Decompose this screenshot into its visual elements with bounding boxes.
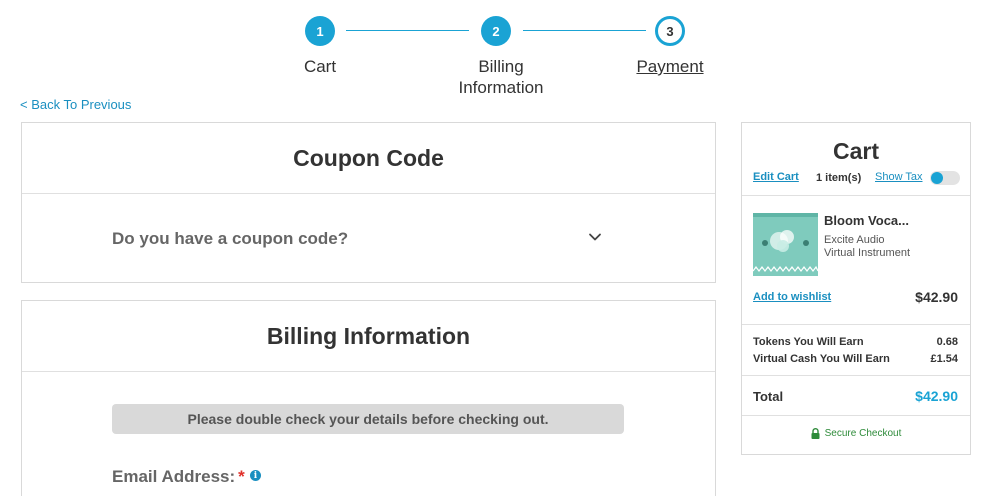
step-2-circle: 2 xyxy=(481,16,511,46)
tokens-label: Tokens You Will Earn xyxy=(753,336,864,348)
product-type: Virtual Instrument xyxy=(824,247,911,259)
toggle-knob xyxy=(931,172,943,184)
step-2-label[interactable]: Billing Information xyxy=(440,56,562,98)
details-notice: Please double check your details before … xyxy=(112,404,624,434)
back-to-previous-link[interactable]: < Back To Previous xyxy=(20,97,131,112)
cart-title: Cart xyxy=(832,138,879,164)
step-2-label-line1: Billing xyxy=(478,57,524,76)
cart-divider-top xyxy=(742,195,970,196)
billing-divider xyxy=(22,371,715,372)
email-label-text: Email Address: xyxy=(112,467,236,486)
total-value: $42.90 xyxy=(915,388,958,404)
lock-icon xyxy=(811,428,820,439)
step-3-label: Payment xyxy=(636,57,704,76)
virtual-cash-value: £1.54 xyxy=(930,353,958,365)
edit-cart-link[interactable]: Edit Cart xyxy=(753,171,799,183)
item-count: 1 item(s) xyxy=(816,172,862,184)
virtual-cash-label: Virtual Cash You Will Earn xyxy=(753,353,890,365)
show-tax-link[interactable]: Show Tax xyxy=(875,171,923,183)
total-label: Total xyxy=(753,389,784,404)
cart-divider-bottom xyxy=(742,415,970,416)
info-icon[interactable]: i xyxy=(250,470,261,481)
chevron-down-icon[interactable] xyxy=(588,230,602,244)
secure-checkout: Secure Checkout xyxy=(742,428,970,439)
cart-summary-panel: Cart Edit Cart 1 item(s) Show Tax Bloom … xyxy=(741,122,971,455)
step-3-circle: 3 xyxy=(655,16,685,46)
product-artwork-image xyxy=(753,213,818,276)
cart-divider-total xyxy=(742,375,970,376)
billing-panel: Billing Information Please double check … xyxy=(21,300,716,496)
product-price: $42.90 xyxy=(915,289,958,305)
product-brand: Excite Audio xyxy=(824,234,885,246)
step-connector-2 xyxy=(523,30,646,31)
step-2-label-line2: Information xyxy=(458,78,544,97)
coupon-divider xyxy=(22,193,715,194)
tokens-value: 0.68 xyxy=(936,336,958,348)
add-to-wishlist-link[interactable]: Add to wishlist xyxy=(753,291,831,303)
show-tax-toggle[interactable] xyxy=(930,171,960,185)
coupon-toggle[interactable]: Do you have a coupon code? xyxy=(112,229,348,249)
cart-divider-mid xyxy=(742,324,970,325)
coupon-title: Coupon Code xyxy=(293,145,444,171)
coupon-panel: Coupon Code Do you have a coupon code? xyxy=(21,122,716,283)
product-name[interactable]: Bloom Voca... xyxy=(824,213,909,228)
billing-title: Billing Information xyxy=(266,323,471,349)
required-asterisk: * xyxy=(238,467,245,486)
step-1-circle: 1 xyxy=(305,16,335,46)
secure-checkout-label: Secure Checkout xyxy=(824,428,902,439)
product-thumbnail[interactable] xyxy=(753,213,818,276)
step-1-label[interactable]: Cart xyxy=(280,56,360,77)
email-label: Email Address: * xyxy=(112,467,245,487)
step-connector-1 xyxy=(346,30,469,31)
